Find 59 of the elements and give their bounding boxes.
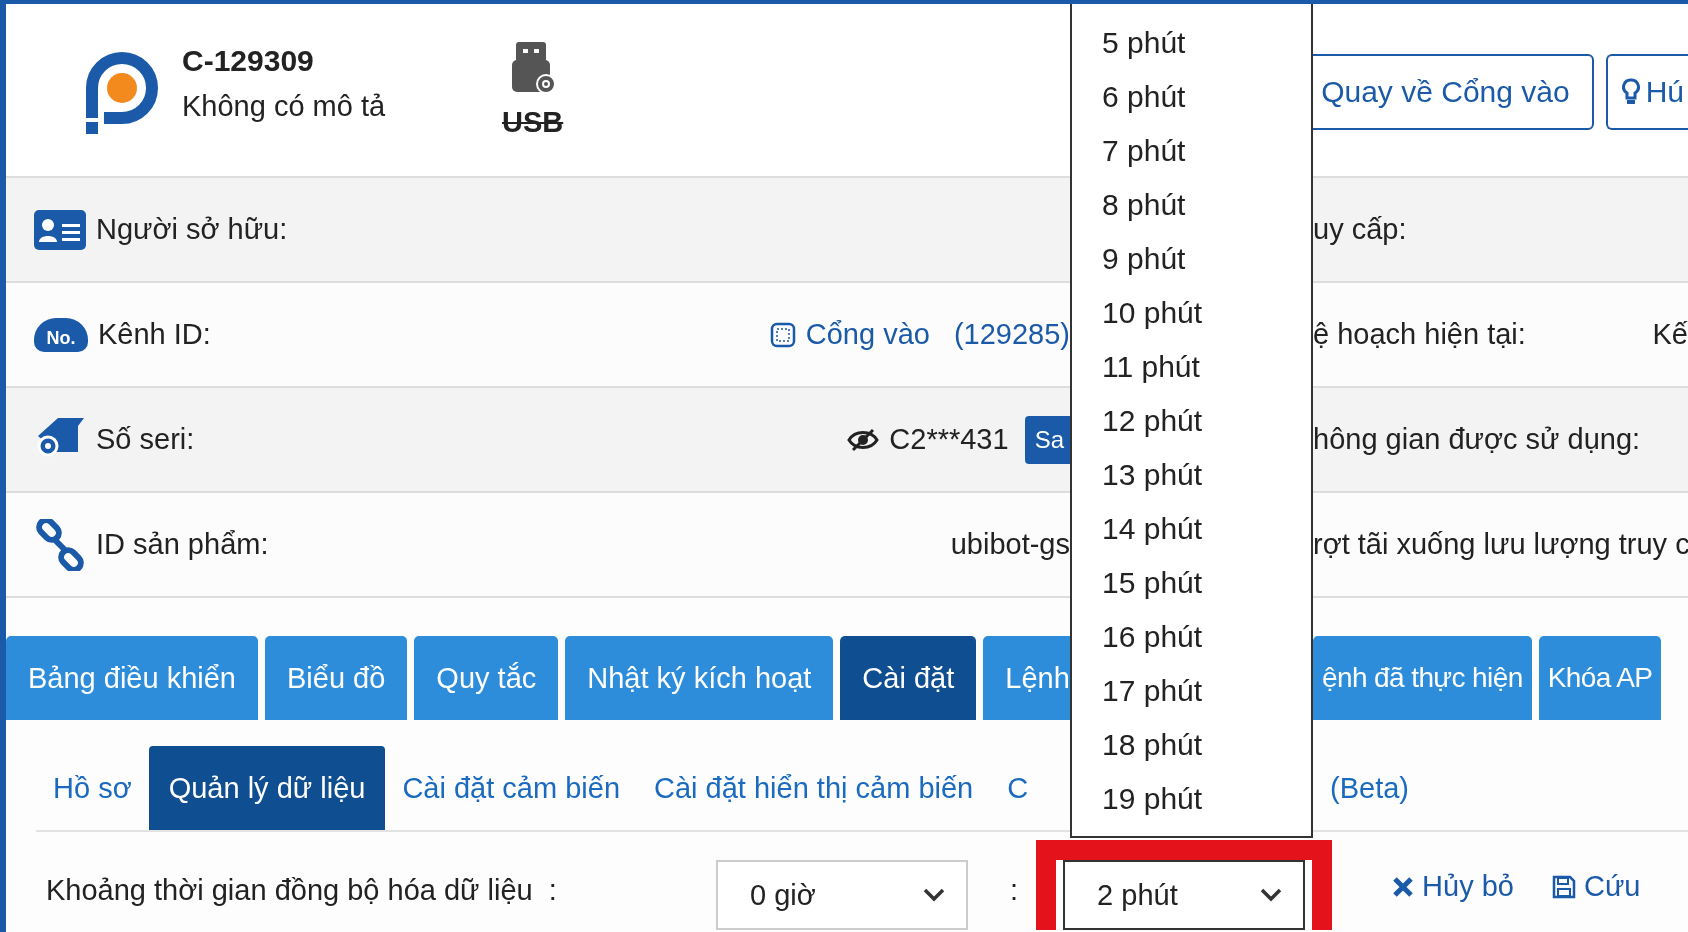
serial-value: C2***431 xyxy=(889,423,1009,456)
row-label: ID sản phẩm: xyxy=(96,528,269,561)
subtab[interactable]: (Beta) xyxy=(1313,746,1426,830)
link-icon xyxy=(34,518,86,571)
row-label: Người sở hữu: xyxy=(96,213,288,246)
tab[interactable]: Cài đặt xyxy=(840,636,977,720)
dropdown-option[interactable]: 17 phút xyxy=(1072,664,1311,718)
row-label: Số seri: xyxy=(96,423,195,456)
device-description: Không có mô tả xyxy=(182,90,387,123)
channel-number: (129285) xyxy=(953,318,1070,351)
product-id-value: ubibot-gs xyxy=(950,528,1070,561)
chevron-down-icon xyxy=(1259,887,1284,903)
dropdown-option[interactable]: 12 phút xyxy=(1072,394,1311,448)
tab[interactable]: Biểu đồ xyxy=(265,636,408,720)
row-label: hông gian được sử dụng: xyxy=(1313,423,1641,456)
dropdown-option[interactable]: 10 phút xyxy=(1072,286,1311,340)
dropdown-option[interactable]: 11 phút xyxy=(1072,340,1311,394)
tab[interactable]: ệnh đã thực hiện xyxy=(1313,636,1532,720)
dropdown-option[interactable]: 8 phút xyxy=(1072,178,1311,232)
time-separator: : xyxy=(1010,874,1019,907)
chip-icon xyxy=(769,321,796,348)
help-button[interactable]: Hú xyxy=(1605,54,1688,130)
subtab[interactable]: Cài đặt hiển thị cảm biến xyxy=(637,746,991,830)
subtab[interactable]: C xyxy=(990,746,1046,830)
subtab[interactable]: Quản lý dữ liệu xyxy=(148,746,386,830)
dropdown-option[interactable]: 14 phút xyxy=(1072,502,1311,556)
row-label: ệ hoạch hiện tại: xyxy=(1313,318,1526,351)
hours-select[interactable]: 0 giờ xyxy=(716,860,968,930)
close-icon xyxy=(1392,875,1415,898)
lightbulb-icon xyxy=(1621,78,1640,106)
minutes-select[interactable]: 2 phút xyxy=(1063,860,1306,930)
dropdown-option[interactable]: 19 phút xyxy=(1072,772,1311,826)
tab[interactable]: Nhật ký kích hoạt xyxy=(565,636,834,720)
tab[interactable]: Bảng điều khiển xyxy=(6,636,258,720)
save-button[interactable]: Cứu xyxy=(1551,870,1641,903)
subtab[interactable]: Hồ sơ xyxy=(36,746,149,830)
id-card-icon xyxy=(34,209,86,250)
channel-link[interactable]: Cổng vào xyxy=(805,318,930,351)
cancel-button[interactable]: Hủy bỏ xyxy=(1392,870,1514,903)
row-label: Kênh ID: xyxy=(98,318,211,351)
tab[interactable]: Lệnh xyxy=(983,636,1070,720)
dropdown-option[interactable]: 13 phút xyxy=(1072,448,1311,502)
subtab[interactable]: Cài đặt cảm biến xyxy=(385,746,638,830)
copy-button[interactable]: Sa xyxy=(1024,415,1070,464)
sync-interval-label: Khoảng thời gian đồng bộ hóa dữ liệu : xyxy=(46,874,558,907)
row-label: rợt tãi xuống lưu lượng truy c xyxy=(1313,528,1688,561)
dropdown-option[interactable]: 18 phút xyxy=(1072,718,1311,772)
tab[interactable]: Quy tắc xyxy=(414,636,559,720)
chevron-down-icon xyxy=(922,887,946,903)
tab[interactable]: Khóa AP xyxy=(1538,636,1662,720)
device-id: C-129309 xyxy=(182,44,315,78)
eye-slash-icon[interactable] xyxy=(847,427,880,452)
dropdown-option[interactable]: 9 phút xyxy=(1072,232,1311,286)
dropdown-option[interactable]: 15 phút xyxy=(1072,556,1311,610)
dropdown-option[interactable]: 16 phút xyxy=(1072,610,1311,664)
row-label: uy cấp: xyxy=(1313,213,1407,246)
usb-label: USB xyxy=(502,106,564,139)
cloud-badge: No. xyxy=(34,317,88,352)
row-value: Kế xyxy=(1652,318,1688,351)
